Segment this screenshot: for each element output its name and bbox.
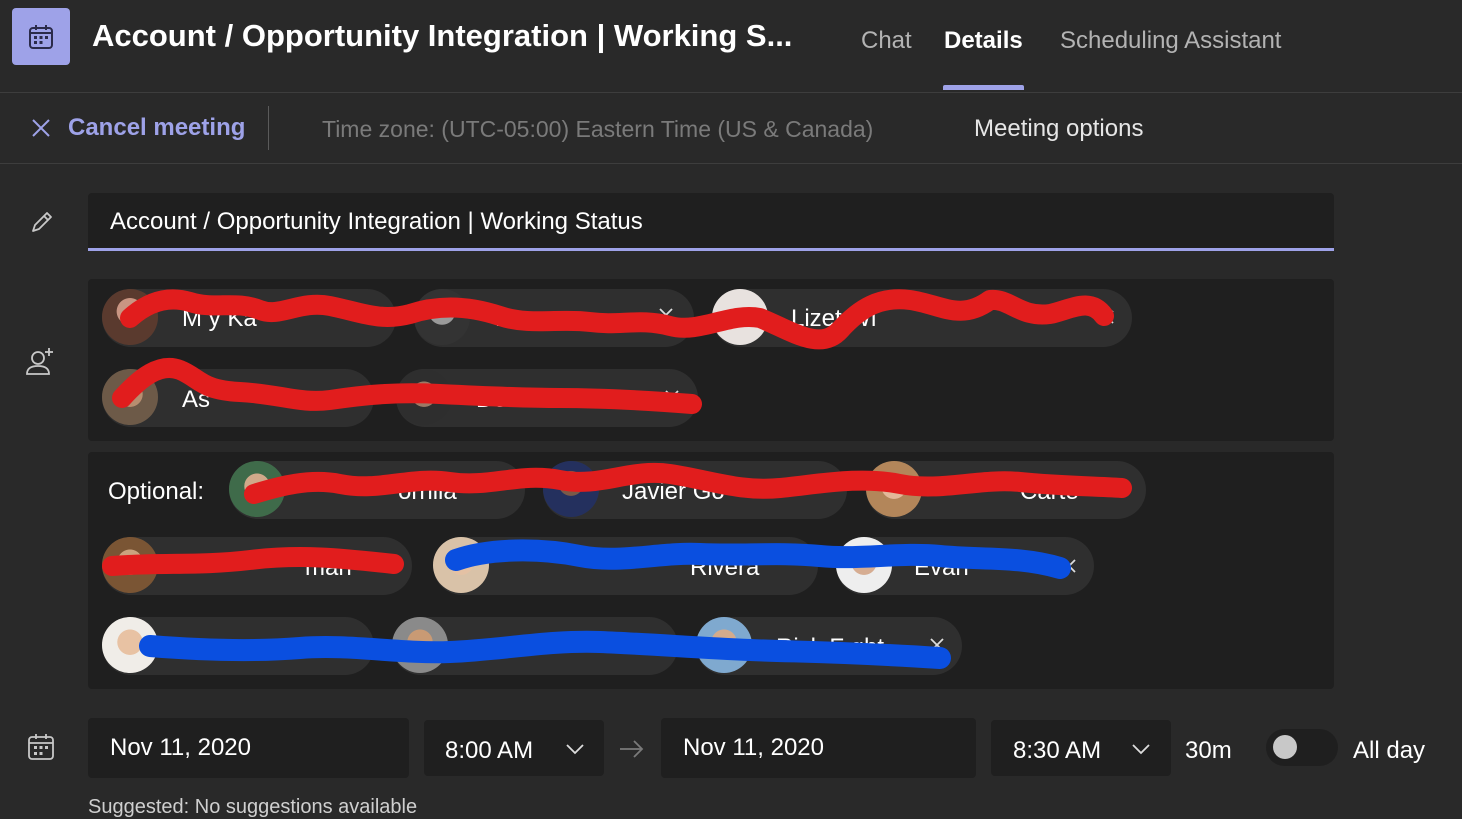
attendee-name: ornila	[398, 478, 457, 505]
avatar	[392, 617, 448, 673]
end-date-value: Nov 11, 2020	[683, 734, 824, 761]
start-time-value: 8:00 AM	[445, 737, 534, 764]
attendee-name: Carte	[1020, 478, 1079, 505]
arrow-right-icon	[620, 740, 644, 758]
attendee-name: Rick F ght	[776, 634, 885, 661]
cancel-meeting-button[interactable]: Cancel meeting	[68, 114, 245, 142]
calendar-icon	[12, 8, 70, 65]
attendee-name: Rivera	[690, 554, 760, 581]
duration-label: 30m	[1185, 737, 1232, 764]
tab-details[interactable]: Details	[944, 27, 1023, 55]
attendee-name: Evan	[914, 554, 969, 581]
remove-attendee-icon[interactable]	[663, 388, 681, 406]
optional-label: Optional:	[108, 478, 205, 505]
attendee-name: Deo h V o	[476, 386, 583, 413]
attendee-name: Javier Go	[622, 478, 725, 505]
attendee-name: man	[305, 554, 352, 581]
start-date-value: Nov 11, 2020	[110, 734, 251, 761]
close-icon[interactable]	[30, 117, 52, 139]
meeting-options-button[interactable]: Meeting options	[974, 115, 1143, 143]
meeting-title: Account / Opportunity Integration | Work…	[92, 18, 793, 53]
remove-attendee-icon[interactable]	[928, 636, 946, 654]
avatar	[836, 537, 892, 593]
avatar	[102, 537, 158, 593]
avatar	[102, 369, 158, 425]
attendee-chip[interactable]	[433, 537, 818, 595]
avatar	[414, 289, 470, 345]
avatar	[433, 537, 489, 593]
avatar	[866, 461, 922, 517]
attendee-name: M y Ka	[182, 305, 257, 332]
tab-scheduling-assistant[interactable]: Scheduling Assistant	[1060, 27, 1281, 55]
attendee-chip[interactable]	[712, 289, 1132, 347]
toggle-knob	[1273, 735, 1297, 759]
avatar	[102, 617, 158, 673]
time-zone-selector[interactable]: Time zone: (UTC-05:00) Eastern Time (US …	[322, 116, 873, 143]
active-tab-indicator	[943, 85, 1024, 90]
title-input-value: Account / Opportunity Integration | Work…	[110, 208, 643, 235]
suggestions-text: Suggested: No suggestions available	[88, 796, 418, 818]
pencil-icon	[32, 212, 52, 232]
toolbar-divider	[268, 106, 269, 150]
attendee-name: Lizet Wi	[791, 305, 877, 332]
attendee-name: As	[182, 386, 211, 413]
remove-attendee-icon[interactable]	[657, 306, 675, 324]
avatar	[543, 461, 599, 517]
all-day-label: All day	[1353, 737, 1426, 764]
attendee-name: Isaa o	[495, 305, 561, 332]
avatar	[102, 289, 158, 345]
avatar	[396, 369, 452, 425]
chevron-down-icon	[566, 744, 584, 755]
calendar-icon	[28, 734, 54, 760]
end-time-value: 8:30 AM	[1013, 737, 1102, 764]
avatar	[696, 617, 752, 673]
add-attendee-icon	[26, 348, 53, 375]
tab-chat[interactable]: Chat	[861, 27, 912, 55]
chevron-down-icon	[1132, 744, 1150, 755]
avatar	[229, 461, 285, 517]
remove-attendee-icon[interactable]	[1060, 557, 1078, 575]
avatar	[712, 289, 768, 345]
remove-attendee-icon[interactable]	[1098, 308, 1116, 326]
